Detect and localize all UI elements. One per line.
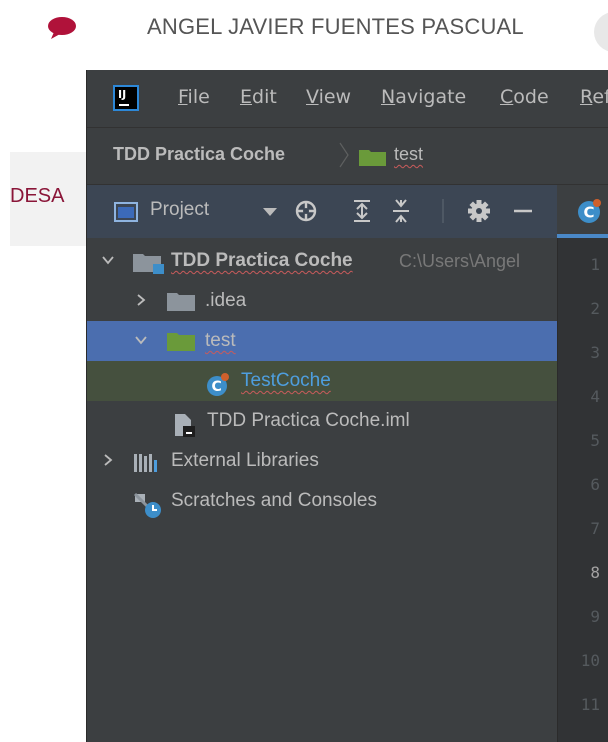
- chevron-right-icon: [339, 142, 349, 168]
- line-number: 5: [590, 431, 600, 450]
- tree-item-external-libraries[interactable]: External Libraries: [87, 441, 557, 481]
- folder-icon: [167, 293, 195, 311]
- project-toolbar: Project: [87, 185, 557, 238]
- editor-tab-bar: C: [557, 185, 608, 238]
- chat-icon[interactable]: [46, 16, 78, 40]
- menu-navigate[interactable]: Navigate: [381, 86, 466, 108]
- user-name[interactable]: ANGEL JAVIER FUENTES PASCUAL: [147, 14, 524, 40]
- svg-text:C: C: [584, 204, 595, 222]
- gear-icon[interactable]: [466, 197, 492, 225]
- breadcrumb-project[interactable]: TDD Practica Coche: [113, 144, 285, 165]
- menu-view[interactable]: View: [306, 86, 351, 108]
- library-icon: [134, 454, 157, 472]
- tree-item-label: TDD Practica Coche: [171, 250, 353, 271]
- tree-item-idea[interactable]: .idea: [87, 281, 557, 321]
- tree-item-label: TestCoche: [241, 370, 331, 391]
- java-class-icon[interactable]: C: [577, 198, 603, 224]
- line-number: 10: [580, 651, 600, 670]
- menu-code[interactable]: Code: [500, 86, 549, 108]
- breadcrumb-folder[interactable]: test: [394, 144, 423, 165]
- intellij-logo-icon: IJ: [113, 85, 139, 111]
- project-window-icon: [114, 202, 138, 222]
- line-number: 2: [590, 299, 600, 318]
- chevron-right-icon[interactable]: [101, 453, 115, 467]
- screenshot: ANGEL JAVIER FUENTES PASCUAL DESA IJ Fil…: [0, 0, 608, 742]
- tree-item-label: Scratches and Consoles: [171, 490, 377, 511]
- breadcrumb: TDD Practica Coche test: [87, 128, 608, 185]
- line-number: 6: [590, 475, 600, 494]
- line-number: 9: [590, 607, 600, 626]
- project-view-label[interactable]: Project: [150, 199, 209, 221]
- line-number: 4: [590, 387, 600, 406]
- tree-item-label: External Libraries: [171, 450, 319, 471]
- hide-panel-icon[interactable]: [510, 197, 536, 225]
- line-number: 3: [590, 343, 600, 362]
- avatar[interactable]: [594, 12, 608, 52]
- module-file-icon: [175, 414, 195, 437]
- line-number: 11: [580, 695, 600, 714]
- tree-item-label: .idea: [205, 290, 247, 311]
- locate-icon[interactable]: [293, 197, 319, 225]
- logo-text: IJ: [118, 88, 127, 101]
- menu-edit[interactable]: Edit: [240, 86, 277, 108]
- expand-all-icon[interactable]: [349, 197, 375, 225]
- tree-item-scratches[interactable]: Scratches and Consoles: [87, 481, 557, 521]
- module-folder-icon: [133, 254, 164, 274]
- tree-item-label: TDD Practica Coche.iml: [207, 410, 410, 431]
- line-number-active: 8: [590, 563, 600, 582]
- chevron-right-icon[interactable]: [134, 293, 148, 307]
- menu-bar: IJ File Edit View Navigate Code Refactor: [87, 70, 608, 128]
- tree-item-path: C:\Users\Angel: [399, 251, 521, 271]
- folder-icon: [167, 333, 195, 351]
- line-number: 7: [590, 519, 600, 538]
- menu-file[interactable]: File: [178, 86, 210, 108]
- folder-icon: [359, 150, 386, 166]
- toolbar-divider: [442, 199, 444, 223]
- tree-item-iml[interactable]: TDD Practica Coche.iml: [87, 401, 557, 441]
- side-menu-label[interactable]: DESA: [10, 185, 64, 208]
- ide-window: IJ File Edit View Navigate Code Refactor…: [86, 70, 608, 742]
- scratches-icon: [133, 492, 161, 518]
- web-header: ANGEL JAVIER FUENTES PASCUAL: [0, 0, 608, 60]
- chevron-down-icon[interactable]: [101, 253, 115, 267]
- java-class-icon: C: [207, 373, 229, 396]
- collapse-all-icon[interactable]: [388, 197, 414, 225]
- tree-item-project-root[interactable]: TDD Practica Coche C:\Users\Angel: [87, 241, 557, 281]
- tree-item-label: test: [205, 330, 236, 351]
- tree-item-testcoche[interactable]: C TestCoche: [87, 361, 557, 401]
- project-tree: TDD Practica Coche C:\Users\Angel .idea: [87, 238, 557, 742]
- menu-refactor[interactable]: Refactor: [580, 86, 608, 108]
- chevron-down-icon[interactable]: [134, 333, 148, 347]
- svg-text:C: C: [212, 379, 222, 395]
- tree-item-test[interactable]: test: [87, 321, 557, 361]
- dropdown-arrow-icon[interactable]: [257, 197, 283, 225]
- editor-gutter: 1 2 3 4 5 6 7 8 9 10 11: [557, 238, 608, 742]
- line-number: 1: [590, 255, 600, 274]
